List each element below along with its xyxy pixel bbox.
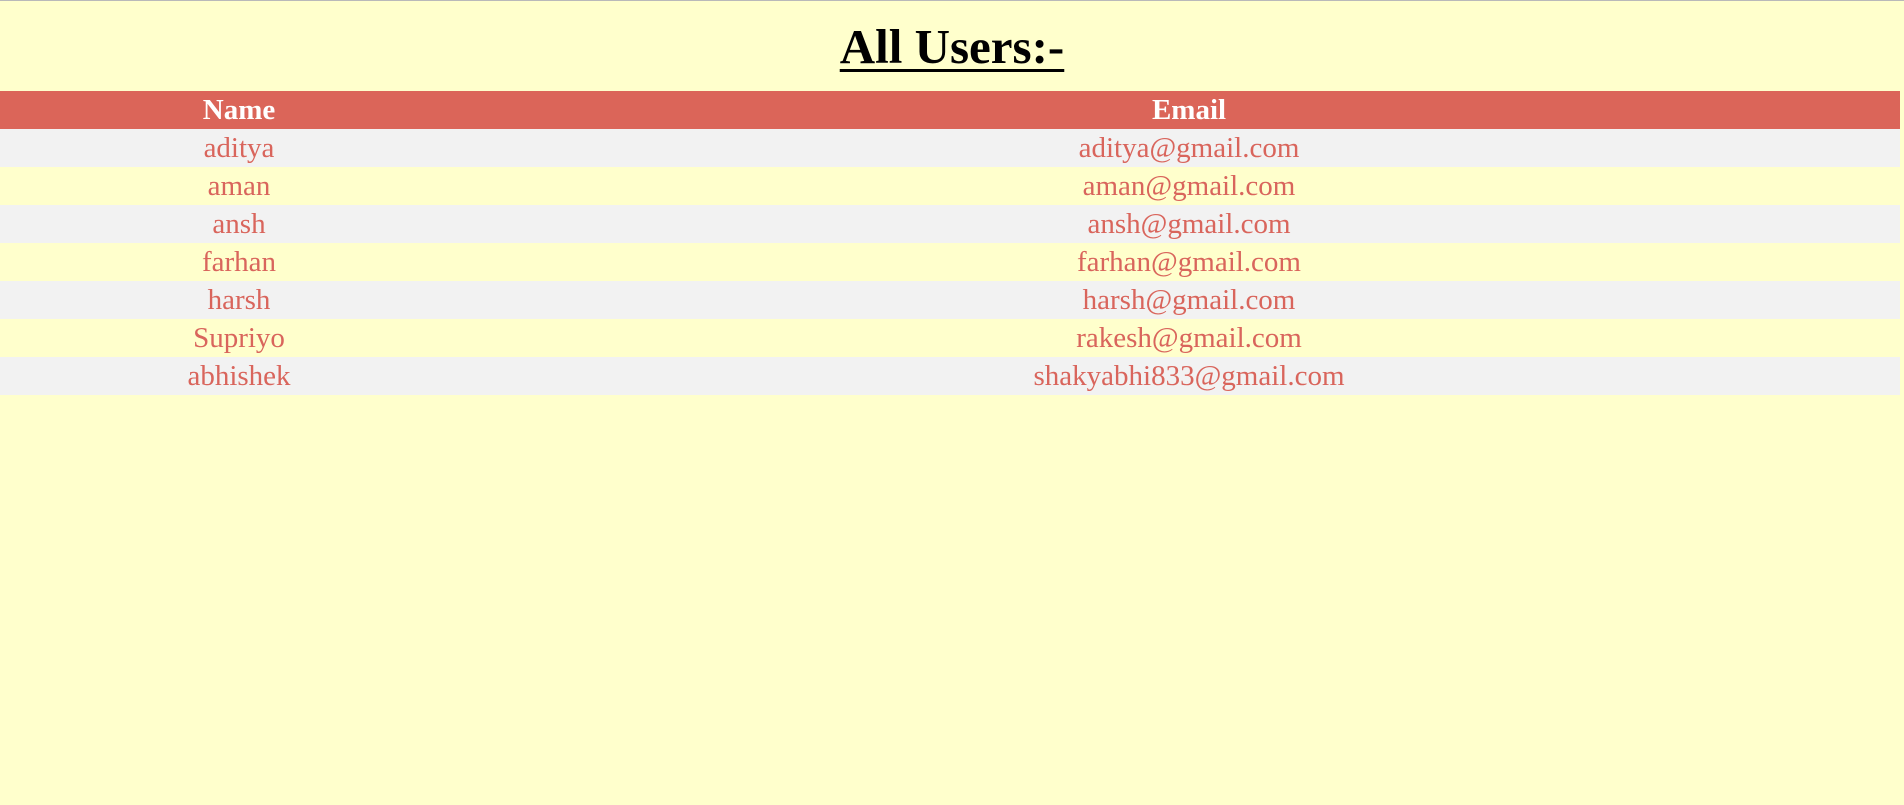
user-name-cell: harsh (207, 284, 271, 316)
user-email-cell: harsh@gmail.com (1082, 284, 1296, 316)
user-name-cell: abhishek (187, 360, 291, 392)
name-column-header: Name (202, 94, 276, 126)
users-page: All Users:- Name Email aditya aditya@gma… (0, 0, 1904, 805)
user-email-cell: aditya@gmail.com (1078, 132, 1300, 164)
users-table: Name Email aditya aditya@gmail.com aman … (0, 91, 1900, 395)
users-table-header: Name Email (0, 91, 1900, 129)
email-column-header: Email (1151, 94, 1227, 126)
user-name-cell: aman (207, 170, 271, 202)
user-email-cell: shakyabhi833@gmail.com (1033, 360, 1345, 392)
table-row: aman aman@gmail.com (0, 167, 1900, 205)
table-row: ansh ansh@gmail.com (0, 205, 1900, 243)
user-name-cell: ansh (212, 208, 266, 240)
table-row: harsh harsh@gmail.com (0, 281, 1900, 319)
header-row: Name Email (0, 91, 1900, 129)
users-table-body: aditya aditya@gmail.com aman aman@gmail.… (0, 129, 1900, 395)
table-row: Supriyo rakesh@gmail.com (0, 319, 1900, 357)
table-row: farhan farhan@gmail.com (0, 243, 1900, 281)
user-email-cell: ansh@gmail.com (1087, 208, 1291, 240)
user-name-cell: aditya (203, 132, 275, 164)
table-row: abhishek shakyabhi833@gmail.com (0, 357, 1900, 395)
user-email-cell: farhan@gmail.com (1077, 246, 1301, 278)
user-name-cell: farhan (201, 246, 277, 278)
page-title: All Users:- (839, 18, 1065, 74)
table-row: aditya aditya@gmail.com (0, 129, 1900, 167)
user-name-cell: Supriyo (193, 322, 285, 354)
user-email-cell: aman@gmail.com (1082, 170, 1296, 202)
user-email-cell: rakesh@gmail.com (1076, 322, 1302, 354)
